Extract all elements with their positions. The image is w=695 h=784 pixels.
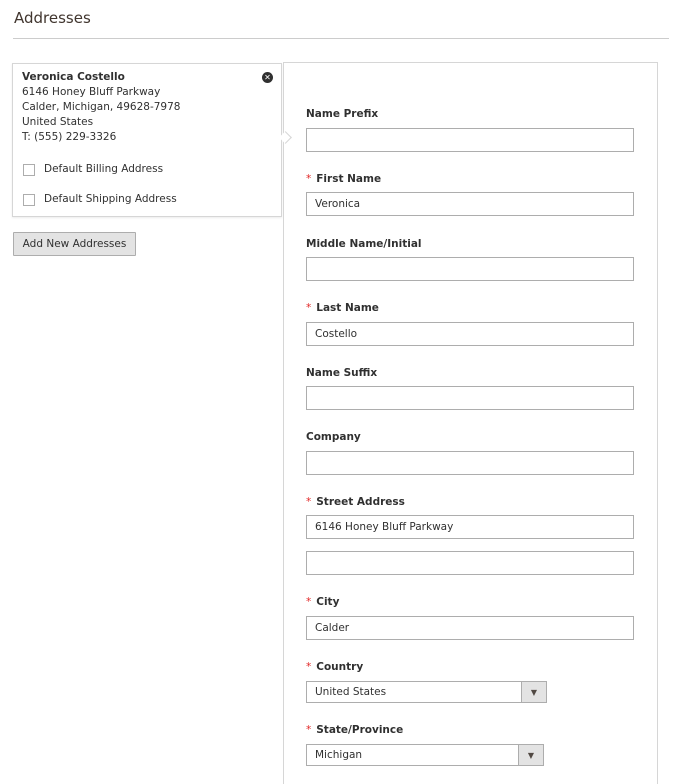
name-prefix-input[interactable] [306,128,634,152]
middle-name-input[interactable] [306,257,634,281]
default-billing-label: Default Billing Address [44,163,164,175]
default-billing-checkbox[interactable] [23,163,35,176]
street-address-line1-input[interactable]: 6146 Honey Bluff Parkway [306,515,634,539]
street-address-line2-input[interactable] [306,551,634,575]
company-label: Company [306,431,361,443]
street-address-label: * Street Address [306,496,405,508]
first-name-label: * First Name [306,173,382,185]
required-marker: * [306,173,312,185]
name-prefix-label: Name Prefix [306,108,379,120]
required-marker: * [306,661,312,673]
address-city-line: Calder, Michigan, 49628-7978 [22,101,181,113]
first-name-input[interactable]: Veronica [306,192,634,216]
required-marker: * [306,496,312,508]
required-marker: * [306,724,312,736]
state-province-select-value: Michigan [315,749,363,761]
default-shipping-checkbox[interactable] [23,193,35,206]
last-name-label: * Last Name [306,302,379,314]
required-marker: * [306,302,312,314]
page-title: Addresses [14,9,91,27]
chevron-down-icon[interactable]: ▼ [521,682,546,702]
close-circle-icon[interactable]: ✕ [262,72,273,83]
last-name-input[interactable]: Costello [306,322,634,346]
address-phone: T: (555) 229-3326 [22,131,117,143]
country-select-value: United States [315,686,387,698]
state-province-label: * State/Province [306,724,404,736]
default-billing-row[interactable]: Default Billing Address [23,162,163,177]
address-card[interactable]: Veronica Costello 6146 Honey Bluff Parkw… [12,63,282,217]
city-input[interactable]: Calder [306,616,634,640]
address-form-panel [283,62,658,784]
required-marker: * [306,596,312,608]
state-province-select[interactable]: Michigan ▼ [306,744,544,766]
address-street: 6146 Honey Bluff Parkway [22,86,161,98]
name-suffix-label: Name Suffix [306,367,378,379]
chevron-down-icon[interactable]: ▼ [518,745,543,765]
city-label: * City [306,596,340,608]
address-country: United States [22,116,94,128]
address-details: Veronica Costello 6146 Honey Bluff Parkw… [22,70,180,145]
name-suffix-input[interactable] [306,386,634,410]
default-shipping-label: Default Shipping Address [44,193,177,205]
country-label: * Country [306,661,364,673]
address-name: Veronica Costello [22,71,125,83]
country-select[interactable]: United States ▼ [306,681,547,703]
middle-name-label: Middle Name/Initial [306,238,422,250]
add-new-addresses-button[interactable]: Add New Addresses [13,232,136,256]
default-shipping-row[interactable]: Default Shipping Address [23,192,177,207]
company-input[interactable] [306,451,634,475]
title-divider [13,38,669,39]
